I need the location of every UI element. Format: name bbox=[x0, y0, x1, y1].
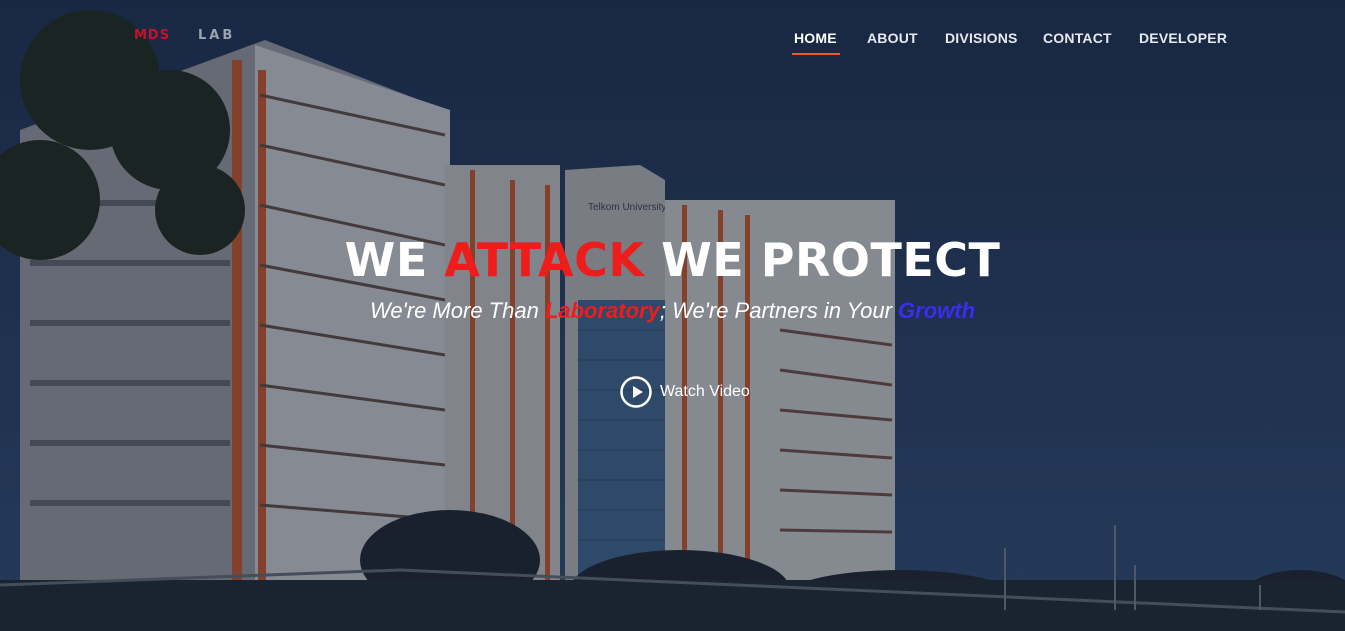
title-part2: WE PROTECT bbox=[661, 233, 1001, 287]
subtitle-part2: ; We're Partners in Your bbox=[659, 298, 892, 323]
subtitle-highlight-laboratory: Laboratory bbox=[544, 298, 660, 323]
site-logo[interactable]: MDS LAB bbox=[134, 29, 258, 43]
nav-item-divisions[interactable]: DIVISIONS bbox=[945, 28, 1018, 48]
watch-video-button[interactable]: Watch Video bbox=[620, 375, 750, 409]
nav-item-developer[interactable]: DEVELOPER bbox=[1139, 28, 1227, 48]
active-nav-underline bbox=[792, 53, 840, 55]
hero-title: WE ATTACK WE PROTECT bbox=[0, 232, 1345, 288]
logo-main-text: MDS bbox=[134, 28, 171, 43]
main-nav: HOME ABOUT DIVISIONS CONTACT DEVELOPER bbox=[780, 28, 1230, 58]
logo-sub-text: LAB bbox=[198, 28, 236, 43]
watch-video-label: Watch Video bbox=[660, 383, 750, 400]
hero-subtitle: We're More Than Laboratory; We're Partne… bbox=[0, 296, 1345, 326]
subtitle-part1: We're More Than bbox=[369, 298, 539, 323]
title-part1: WE bbox=[344, 233, 428, 287]
nav-item-contact[interactable]: CONTACT bbox=[1043, 28, 1112, 48]
nav-item-home[interactable]: HOME bbox=[794, 28, 837, 48]
subtitle-highlight-growth: Growth bbox=[898, 298, 976, 323]
title-highlight: ATTACK bbox=[444, 233, 645, 287]
play-circle-icon bbox=[620, 376, 652, 408]
nav-item-about[interactable]: ABOUT bbox=[867, 28, 918, 48]
